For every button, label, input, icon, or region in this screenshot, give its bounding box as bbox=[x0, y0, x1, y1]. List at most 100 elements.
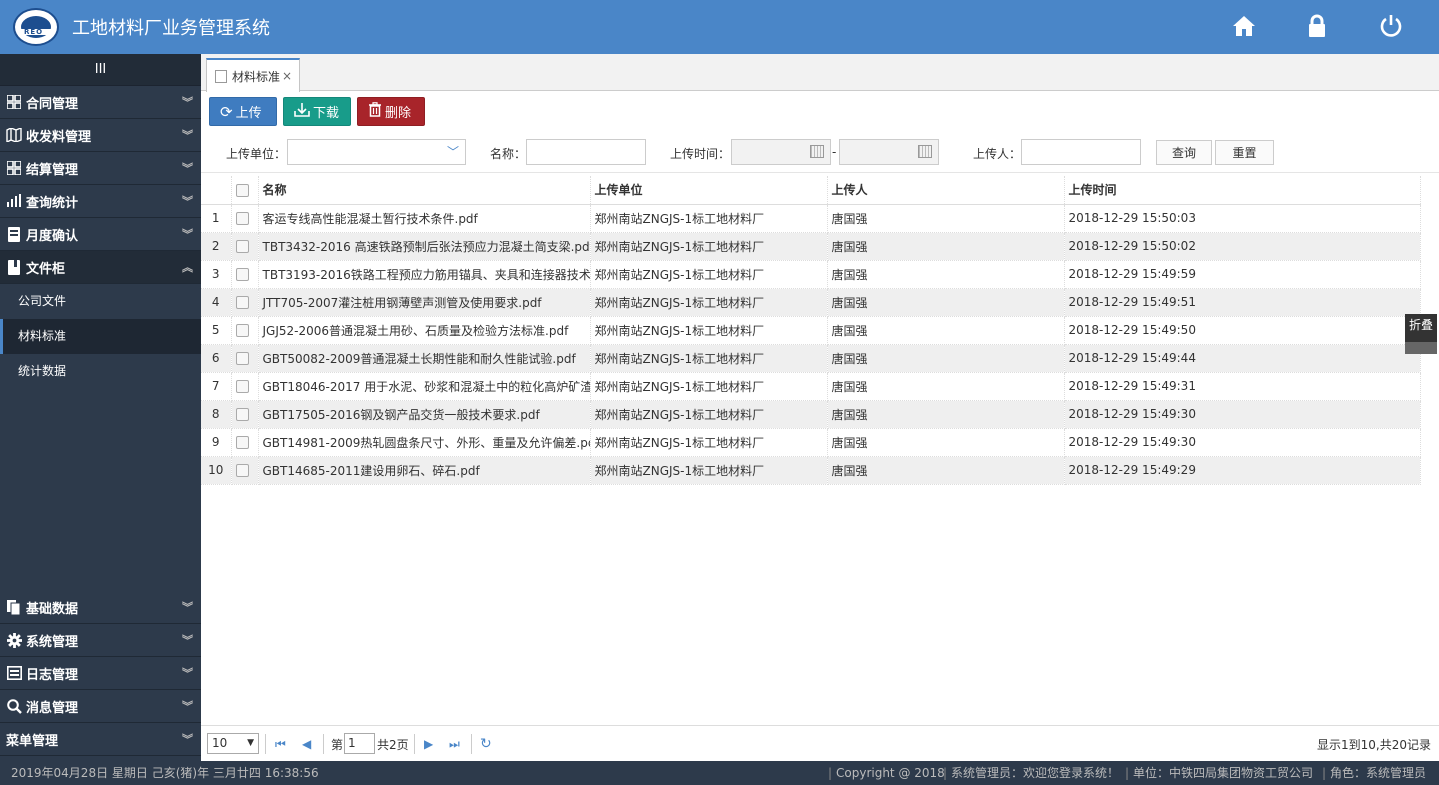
row-checkbox[interactable] bbox=[231, 456, 259, 485]
footer-datetime: 2019年04月28日 星期日 己亥(猪)年 三月廿四 16:38:56 bbox=[11, 766, 319, 780]
download-button[interactable]: 下载 bbox=[283, 97, 351, 126]
sidebar-item-messages[interactable]: 消息管理 ︾ bbox=[0, 690, 201, 723]
trash-icon bbox=[368, 102, 382, 121]
row-checkbox[interactable] bbox=[231, 316, 259, 345]
home-icon[interactable] bbox=[1230, 12, 1258, 40]
table-row[interactable]: 8 GBT17505-2016钢及钢产品交货一般技术要求.pdf 郑州南站ZNGJS… bbox=[201, 400, 1421, 429]
table-row[interactable]: 5 JGJ52-2006普通混凝土用砂、石质量及检验方法标准.pdf 郑州南站ZNG… bbox=[201, 316, 1421, 345]
upload-unit-cell: 郑州南站ZNGJS-1标工地材料厂 bbox=[590, 260, 828, 289]
tab-close-icon[interactable]: × bbox=[282, 69, 292, 83]
upload-button[interactable]: ⟳ 上传 bbox=[209, 97, 277, 126]
uploader-cell: 唐国强 bbox=[827, 288, 1065, 317]
start-date-input[interactable] bbox=[731, 139, 831, 165]
row-number: 5 bbox=[201, 316, 232, 345]
row-checkbox[interactable] bbox=[231, 344, 259, 373]
chevron-down-icon: ︾ bbox=[182, 733, 193, 746]
unit-select[interactable]: ﹀ bbox=[287, 139, 466, 165]
row-number: 4 bbox=[201, 288, 232, 317]
sidebar-item-label: 合同管理 bbox=[26, 96, 79, 112]
table-row[interactable]: 1 客运专线高性能混凝土暂行技术条件.pdf 郑州南站ZNGJS-1标工地材料厂 唐国… bbox=[201, 204, 1421, 233]
sidebar-subitem-material-standards[interactable]: 材料标准 bbox=[0, 319, 201, 354]
footer-unit: 单位：中铁四局集团物资工贸公司 bbox=[1133, 766, 1314, 780]
uploader-input[interactable] bbox=[1021, 139, 1141, 165]
tab-material-standards[interactable]: 材料标准 × bbox=[206, 58, 300, 92]
sidebar-subitem-statistics[interactable]: 统计数据 bbox=[0, 354, 201, 389]
upload-unit-cell: 郑州南站ZNGJS-1标工地材料厂 bbox=[590, 288, 828, 317]
sidebar-item-menu[interactable]: 菜单管理 ︾ bbox=[0, 723, 201, 756]
reset-button[interactable]: 重置 bbox=[1215, 140, 1274, 165]
row-number: 10 bbox=[201, 456, 232, 485]
chevron-down-icon: ︾ bbox=[182, 601, 193, 614]
page-number-input[interactable]: 1 bbox=[344, 733, 375, 754]
last-page-icon[interactable]: ⏭ bbox=[449, 734, 460, 754]
upload-time-cell: 2018-12-29 15:49:51 bbox=[1064, 288, 1421, 317]
row-checkbox[interactable] bbox=[231, 288, 259, 317]
sidebar-item-log[interactable]: 日志管理 ︾ bbox=[0, 657, 201, 690]
table-row[interactable]: 2 TBT3432-2016 高速铁路预制后张法预应力混凝土简支梁.pdf 郑州南站… bbox=[201, 232, 1421, 261]
end-date-input[interactable] bbox=[839, 139, 939, 165]
row-checkbox[interactable] bbox=[231, 204, 259, 233]
row-checkbox[interactable] bbox=[231, 232, 259, 261]
upload-label: 上传 bbox=[235, 106, 262, 121]
table-row[interactable]: 10 GBT14685-2011建设用卵石、碎石.pdf 郑州南站ZNGJS-1标工… bbox=[201, 456, 1421, 485]
row-checkbox[interactable] bbox=[231, 260, 259, 289]
name-input[interactable] bbox=[526, 139, 646, 165]
chevron-down-icon: ︾ bbox=[182, 634, 193, 647]
sidebar-item-settlement[interactable]: 结算管理 ︾ bbox=[0, 152, 201, 185]
date-separator: - bbox=[832, 145, 837, 159]
prev-page-icon[interactable]: ◀ bbox=[302, 734, 311, 754]
sidebar-item-contract[interactable]: 合同管理 ︾ bbox=[0, 86, 201, 119]
upload-time-cell: 2018-12-29 15:49:29 bbox=[1064, 456, 1421, 485]
sidebar-subitem-company-files[interactable]: 公司文件 bbox=[0, 284, 201, 319]
file-name-cell: GBT14685-2011建设用卵石、碎石.pdf bbox=[258, 456, 591, 485]
row-number: 1 bbox=[201, 204, 232, 233]
sidebar-item-monthly-confirm[interactable]: 月度确认 ︾ bbox=[0, 218, 201, 251]
column-header-unit[interactable]: 上传单位 bbox=[590, 176, 828, 205]
main-content: 材料标准 × ⟳ 上传 下载 删除 上传单位： ﹀ 名称： 上传时间： - 上传… bbox=[201, 54, 1439, 761]
row-number: 6 bbox=[201, 344, 232, 373]
uploader-cell: 唐国强 bbox=[827, 372, 1065, 401]
row-checkbox[interactable] bbox=[231, 400, 259, 429]
sidebar-item-system[interactable]: 系统管理 ︾ bbox=[0, 624, 201, 657]
file-name-cell: 客运专线高性能混凝土暂行技术条件.pdf bbox=[258, 204, 591, 233]
sidebar-item-label: 收发料管理 bbox=[26, 129, 92, 145]
sidebar-item-file-cabinet[interactable]: 文件柜 ︽ bbox=[0, 251, 201, 284]
upload-unit-cell: 郑州南站ZNGJS-1标工地材料厂 bbox=[590, 400, 828, 429]
uploader-cell: 唐国强 bbox=[827, 204, 1065, 233]
sidebar-item-material-flow[interactable]: 收发料管理 ︾ bbox=[0, 119, 201, 152]
sidebar-toggle[interactable]: III bbox=[0, 54, 201, 86]
status-footer: 2019年04月28日 星期日 己亥(猪)年 三月廿四 16:38:56 | C… bbox=[0, 761, 1439, 785]
file-name-cell: GBT14981-2009热轧圆盘条尺寸、外形、重量及允许偏差.pdf bbox=[258, 428, 591, 457]
column-header-uploader[interactable]: 上传人 bbox=[827, 176, 1065, 205]
page-prefix: 第 bbox=[331, 737, 344, 752]
query-button[interactable]: 查询 bbox=[1156, 140, 1212, 165]
delete-button[interactable]: 删除 bbox=[357, 97, 425, 126]
dropdown-arrow-icon: ▼ bbox=[247, 738, 254, 748]
table-row[interactable]: 7 GBT18046-2017 用于水泥、砂浆和混凝土中的粒化高炉矿渣粉.pdf郑… bbox=[201, 372, 1421, 401]
column-header-name[interactable]: 名称 bbox=[258, 176, 591, 205]
file-name-cell: JTT705-2007灌注桩用钢薄壁声测管及使用要求.pdf bbox=[258, 288, 591, 317]
first-page-icon[interactable]: ⏮ bbox=[275, 734, 286, 754]
map-icon bbox=[6, 127, 22, 143]
page-size-select[interactable]: 10 ▼ bbox=[207, 733, 259, 754]
file-name-cell: GBT18046-2017 用于水泥、砂浆和混凝土中的粒化高炉矿渣粉.pdf bbox=[258, 372, 591, 401]
table-row[interactable]: 4 JTT705-2007灌注桩用钢薄壁声测管及使用要求.pdf 郑州南站ZNGJS… bbox=[201, 288, 1421, 317]
sidebar-item-query-stats[interactable]: 查询统计 ︾ bbox=[0, 185, 201, 218]
lock-icon[interactable] bbox=[1303, 12, 1331, 40]
next-page-icon[interactable]: ▶ bbox=[424, 734, 433, 754]
column-header-time[interactable]: 上传时间 bbox=[1064, 176, 1421, 205]
table-row[interactable]: 3 TBT3193-2016铁路工程预应力筋用锚具、夹具和连接器技术条件.pdf郑… bbox=[201, 260, 1421, 289]
table-row[interactable]: 6 GBT50082-2009普通混凝土长期性能和耐久性能试验.pdf 郑州南站ZN… bbox=[201, 344, 1421, 373]
refresh-icon[interactable]: ↻ bbox=[480, 734, 492, 754]
table-row[interactable]: 9 GBT14981-2009热轧圆盘条尺寸、外形、重量及允许偏差.pdf 郑州南站… bbox=[201, 428, 1421, 457]
footer-role: 角色：系统管理员 bbox=[1330, 766, 1427, 780]
power-icon[interactable] bbox=[1377, 12, 1405, 40]
record-summary: 显示1到10,共20记录 bbox=[1317, 737, 1431, 752]
select-all-checkbox[interactable] bbox=[231, 176, 259, 205]
row-checkbox[interactable] bbox=[231, 428, 259, 457]
row-checkbox[interactable] bbox=[231, 372, 259, 401]
sidebar-item-base-data[interactable]: 基础数据 ︾ bbox=[0, 591, 201, 624]
chevron-down-icon: ︾ bbox=[182, 162, 193, 175]
table-body: 1 客运专线高性能混凝土暂行技术条件.pdf 郑州南站ZNGJS-1标工地材料厂 唐国… bbox=[201, 204, 1421, 485]
fold-button[interactable]: 折叠 bbox=[1405, 314, 1437, 354]
